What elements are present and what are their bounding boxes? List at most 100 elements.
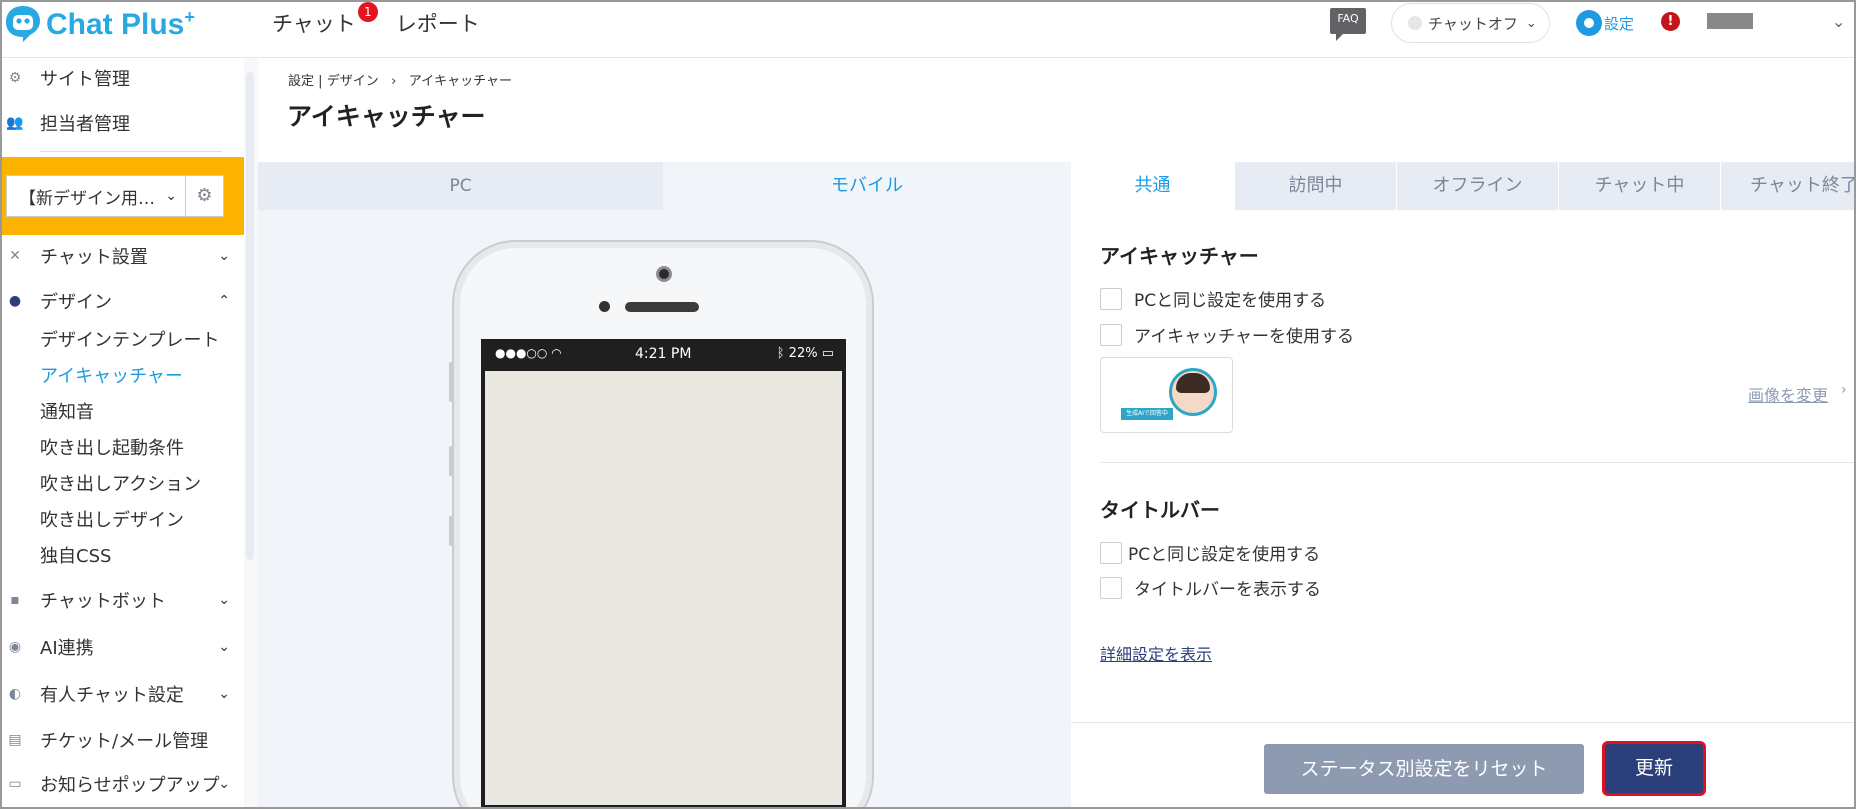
phone-camera — [656, 266, 672, 282]
sidebar-item-label: サイト管理 — [40, 69, 130, 90]
show-details-link[interactable]: 詳細設定を表示 — [1100, 641, 1212, 665]
sidebar-item-design[interactable]: ● デザイン ⌃ — [0, 281, 244, 321]
chat-icon: ▪ — [10, 592, 20, 608]
sidebar-item-label: お知らせポップアップ — [40, 775, 220, 796]
eyecatcher-use-row[interactable]: アイキャッチャーを使用する — [1100, 322, 1354, 347]
sidebar-item-ticket-mail[interactable]: ▤ チケット/メール管理 — [0, 720, 244, 760]
chat-status-label: チャットオフ — [1428, 14, 1518, 33]
sidebar-item-label: チケット/メール管理 — [40, 731, 209, 752]
page-title: アイキャッチャー — [287, 102, 486, 131]
checkbox-label: PCと同じ設定を使用する — [1134, 291, 1327, 311]
sidebar-subitem-bubble-trigger[interactable]: 吹き出し起動条件 — [40, 434, 184, 460]
top-nav: チャット 1 レポート — [272, 2, 480, 38]
sidebar-item-live-chat[interactable]: ◐ 有人チャット設定 ⌄ — [0, 674, 244, 714]
sidebar-subitem-design-template[interactable]: デザインテンプレート — [40, 326, 219, 352]
section-divider — [1100, 462, 1856, 463]
ai-icon: ◉ — [8, 639, 22, 655]
breadcrumb: 設定 | デザイン › アイキャッチャー — [288, 70, 512, 89]
top-header: Chat Plus+ チャット 1 レポート FAQ チャットオフ ⌄ 設定 !… — [0, 0, 1856, 58]
gear-icon: ⚙ — [8, 70, 22, 86]
operator-avatar — [1169, 368, 1217, 416]
site-settings-gear-icon[interactable]: ⚙ — [186, 175, 224, 217]
sidebar-subitem-eyecatcher[interactable]: アイキャッチャー — [40, 362, 183, 388]
wifi-icon: ◠ — [551, 346, 562, 360]
tab-offline[interactable]: オフライン — [1396, 162, 1558, 210]
chevron-right-icon: › — [1841, 382, 1847, 398]
gear-icon — [1576, 10, 1602, 36]
tab-chat-ended[interactable]: チャット終了 — [1720, 162, 1856, 210]
titlebar-pc-same-checkbox[interactable] — [1100, 541, 1122, 564]
user-name-redacted[interactable] — [1707, 13, 1753, 29]
titlebar-section-title: タイトルバー — [1100, 498, 1220, 522]
eyecatcher-pc-same-row[interactable]: PCと同じ設定を使用する — [1100, 286, 1326, 311]
phone-screen — [481, 339, 846, 809]
chevron-up-icon: ⌃ — [218, 293, 230, 309]
sidebar-item-label: 担当者管理 — [40, 114, 130, 135]
settings-link[interactable]: 設定 — [1576, 10, 1634, 36]
ticket-icon: ▤ — [8, 732, 22, 748]
titlebar-show-row[interactable]: タイトルバーを表示する — [1100, 575, 1321, 600]
eyecatcher-pc-same-checkbox[interactable] — [1100, 287, 1122, 310]
popup-icon: ▭ — [8, 776, 22, 792]
chevron-down-icon: ⌄ — [218, 639, 230, 655]
chat-status-dropdown[interactable]: チャットオフ ⌄ — [1391, 3, 1550, 43]
phone-sensor — [599, 301, 610, 312]
tab-common[interactable]: 共通 — [1071, 162, 1233, 210]
phone-side-button — [449, 516, 454, 546]
chevron-down-icon: ⌄ — [218, 248, 230, 264]
sidebar-divider — [40, 151, 222, 152]
sidebar-scrollbar[interactable] — [246, 72, 254, 560]
logo[interactable]: Chat Plus+ — [4, 4, 195, 44]
site-dropdown-value: 【新デザイン用… — [19, 188, 155, 209]
footer-divider — [1071, 722, 1856, 723]
breadcrumb-current: アイキャッチャー — [408, 74, 512, 89]
sidebar-item-chatbot[interactable]: ▪ チャットボット ⌄ — [0, 580, 244, 620]
change-image-link[interactable]: 画像を変更 — [1748, 382, 1828, 406]
sidebar-item-label: チャット設置 — [40, 247, 148, 268]
site-selector: 【新デザイン用… ⌄ ⚙ — [0, 157, 244, 235]
sidebar-item-label: チャットボット — [40, 591, 166, 612]
sidebar-item-label: AI連携 — [40, 638, 94, 659]
checkbox-label: タイトルバーを表示する — [1134, 580, 1321, 600]
nav-report[interactable]: レポート — [396, 8, 480, 38]
chevron-down-icon: ⌄ — [1525, 15, 1537, 31]
chevron-down-icon[interactable]: ⌄ — [1832, 12, 1845, 31]
sidebar-item-popup[interactable]: ▭ お知らせポップアップ ⌄ — [0, 764, 244, 804]
phone-time: 4:21 PM — [635, 346, 692, 362]
status-dot-icon — [1408, 16, 1422, 30]
tab-pc[interactable]: PC — [258, 162, 663, 210]
faq-button[interactable]: FAQ — [1330, 8, 1366, 41]
nav-chat-label: チャット — [272, 12, 356, 36]
sidebar-item-chat-install[interactable]: ✕ チャット設置 ⌄ — [0, 236, 244, 276]
phone-side-button — [449, 362, 454, 402]
eyecatcher-section-title: アイキャッチャー — [1100, 244, 1259, 268]
sidebar-item-site-management[interactable]: ⚙ サイト管理 — [0, 58, 244, 98]
eyecatcher-use-checkbox[interactable] — [1100, 323, 1122, 346]
sidebar-item-staff-management[interactable]: 👥 担当者管理 — [0, 103, 244, 143]
wrench-icon: ✕ — [9, 248, 21, 264]
alert-icon[interactable]: ! — [1661, 12, 1680, 31]
chevron-down-icon: ⌄ — [218, 686, 230, 702]
settings-label: 設定 — [1604, 14, 1635, 33]
chat-plus-logo-icon — [6, 6, 40, 42]
breadcrumb-settings[interactable]: 設定 — [288, 74, 314, 89]
breadcrumb-design[interactable]: デザイン — [327, 74, 379, 89]
sidebar-subitem-bubble-design[interactable]: 吹き出しデザイン — [40, 506, 184, 532]
tab-visiting[interactable]: 訪問中 — [1234, 162, 1396, 210]
chevron-down-icon: ⌄ — [165, 188, 177, 204]
titlebar-pc-same-row[interactable]: PCと同じ設定を使用する — [1100, 540, 1320, 565]
chat-count-badge: 1 — [357, 2, 378, 22]
update-button[interactable]: 更新 — [1602, 741, 1706, 796]
reset-status-settings-button[interactable]: ステータス別設定をリセット — [1264, 744, 1584, 794]
titlebar-show-checkbox[interactable] — [1100, 576, 1122, 599]
tab-chatting[interactable]: チャット中 — [1558, 162, 1720, 210]
avatar-hair — [1176, 373, 1210, 393]
sidebar-subitem-notification-sound[interactable]: 通知音 — [40, 398, 94, 424]
sidebar-subitem-bubble-action[interactable]: 吹き出しアクション — [40, 470, 201, 496]
site-dropdown[interactable]: 【新デザイン用… ⌄ — [6, 175, 186, 217]
sidebar-subitem-custom-css[interactable]: 独自CSS — [40, 542, 111, 568]
nav-chat[interactable]: チャット 1 — [272, 2, 378, 38]
sidebar-item-ai[interactable]: ◉ AI連携 ⌄ — [0, 627, 244, 667]
logo-text: Chat Plus+ — [46, 6, 195, 41]
tab-mobile[interactable]: モバイル — [663, 162, 1071, 210]
